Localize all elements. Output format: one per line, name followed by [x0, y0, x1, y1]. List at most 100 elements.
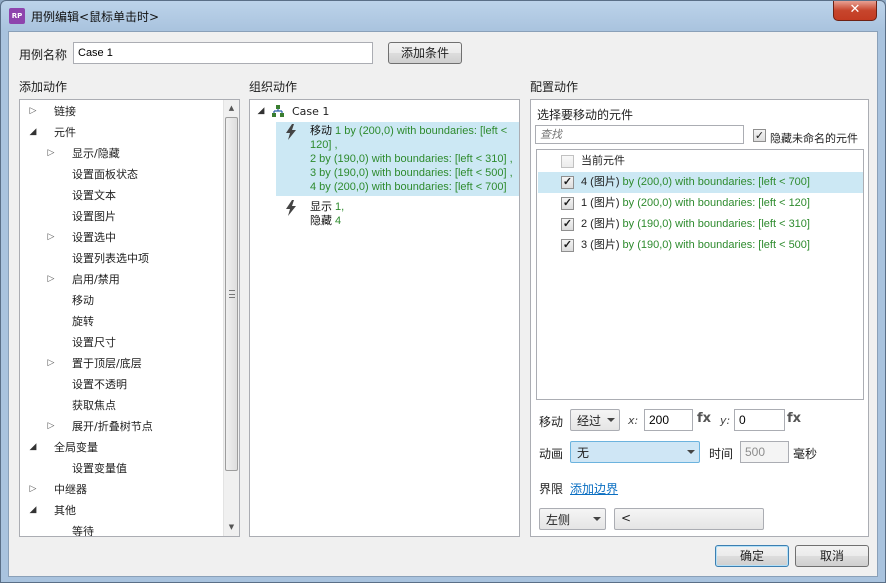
tree-collapsed-icon[interactable]: ▷: [46, 227, 56, 248]
tree-item[interactable]: ▷ 置于顶层/底层: [46, 353, 236, 374]
tree-item-label: 启用/禁用: [72, 273, 120, 286]
tree-collapsed-icon[interactable]: ▷: [46, 353, 56, 374]
widget-name: 2 (图片): [581, 218, 620, 230]
scroll-down-arrow-icon[interactable]: ▼: [224, 519, 239, 535]
scrollbar-grip-icon: [229, 290, 235, 298]
hide-unnamed-checkbox[interactable]: ✓: [753, 129, 766, 142]
tree-collapsed-icon[interactable]: ▷: [28, 479, 38, 500]
action-line: 显示 1,: [310, 200, 344, 214]
widget-text: 2 (图片) by (190,0) with boundaries: [left…: [581, 214, 810, 235]
tree-item[interactable]: 设置图片: [46, 206, 236, 227]
widget-move-detail: by (190,0) with boundaries: [left < 500]: [619, 239, 810, 251]
close-button[interactable]: ✕: [833, 1, 877, 21]
time-unit-label: 毫秒: [793, 447, 818, 461]
tree-item[interactable]: 设置尺寸: [46, 332, 236, 353]
add-boundary-link[interactable]: 添加边界: [570, 480, 618, 497]
title-bar[interactable]: RP 用例编辑<鼠标单击时> ✕: [1, 1, 885, 31]
action-item[interactable]: 移动 1 by (200,0) with boundaries: [left <…: [276, 122, 519, 196]
cancel-button[interactable]: 取消: [795, 545, 869, 567]
move-y-input[interactable]: [734, 409, 785, 431]
widget-list-item[interactable]: ✓ 1 (图片) by (200,0) with boundaries: [lef…: [538, 193, 863, 214]
tree-item[interactable]: ▷ 链接: [28, 101, 218, 122]
y-label: y:: [720, 414, 731, 427]
boundary-side-value: 左侧: [546, 513, 571, 527]
tree-expanded-icon[interactable]: ◢: [28, 437, 38, 458]
tree-item[interactable]: 移动: [46, 290, 236, 311]
tree-item[interactable]: ▷ 启用/禁用: [46, 269, 236, 290]
tree-item[interactable]: ▷ 设置选中: [46, 227, 236, 248]
widget-checkbox[interactable]: [561, 155, 574, 168]
tree-item[interactable]: 获取焦点: [46, 395, 236, 416]
x-fx-icon[interactable]: fx: [697, 411, 711, 426]
tree-item[interactable]: 等待: [46, 521, 236, 536]
add-condition-button[interactable]: 添加条件: [388, 42, 462, 64]
widget-list-item[interactable]: ✓ 2 (图片) by (190,0) with boundaries: [lef…: [538, 214, 863, 235]
widget-list: 当前元件 ✓ 4 (图片) by (200,0) with boundaries: …: [536, 149, 864, 400]
widget-name: 4 (图片): [581, 176, 620, 188]
widget-search-input[interactable]: [535, 125, 744, 144]
widget-text: 4 (图片) by (200,0) with boundaries: [left…: [581, 172, 810, 193]
widget-name: 1 (图片): [581, 197, 620, 209]
tree-collapsed-icon[interactable]: ▷: [46, 416, 56, 437]
tree-item[interactable]: 设置列表选中项: [46, 248, 236, 269]
tree-item[interactable]: ◢ 其他: [28, 500, 218, 521]
tree-collapsed-icon[interactable]: ▷: [46, 143, 56, 164]
move-x-input[interactable]: [644, 409, 693, 431]
ok-button[interactable]: 确定: [715, 545, 789, 567]
boundary-operator-value: <: [621, 511, 632, 525]
case-name-input[interactable]: [73, 42, 373, 64]
widget-checkbox[interactable]: ✓: [561, 176, 574, 189]
action-argument: 4 by (200,0) with boundaries: [left < 70…: [310, 181, 507, 193]
hide-unnamed-label: 隐藏未命名的元件: [770, 132, 858, 145]
tree-item[interactable]: ▷ 中继器: [28, 479, 218, 500]
move-mode-select[interactable]: 经过: [570, 409, 620, 431]
scrollbar-thumb[interactable]: [225, 117, 238, 471]
axure-rp-app-icon: RP: [9, 8, 25, 24]
case-node[interactable]: ◢ Case 1: [256, 101, 516, 122]
widget-checkbox[interactable]: ✓: [561, 239, 574, 252]
tree-item-label: 元件: [54, 126, 76, 139]
animation-select[interactable]: 无: [570, 441, 700, 463]
tree-item[interactable]: ◢ 全局变量: [28, 437, 218, 458]
widget-list-item[interactable]: 当前元件: [538, 151, 863, 172]
widget-list-item[interactable]: ✓ 3 (图片) by (190,0) with boundaries: [lef…: [538, 235, 863, 256]
boundary-operator-select[interactable]: <: [614, 508, 764, 530]
action-line: 隐藏 4: [310, 214, 341, 228]
widget-checkbox[interactable]: ✓: [561, 218, 574, 231]
widget-move-detail: by (190,0) with boundaries: [left < 310]: [619, 218, 810, 230]
tree-item[interactable]: ▷ 展开/折叠树节点: [46, 416, 236, 437]
tree-expanded-icon[interactable]: ◢: [28, 500, 38, 521]
case-label: Case 1: [292, 105, 330, 118]
tree-expanded-icon[interactable]: ◢: [28, 122, 38, 143]
widget-text: 当前元件: [581, 151, 625, 172]
tree-item[interactable]: 设置不透明: [46, 374, 236, 395]
animation-value: 无: [577, 446, 590, 460]
action-item[interactable]: 显示 1, 隐藏 4: [276, 198, 519, 230]
widget-checkbox[interactable]: ✓: [561, 197, 574, 210]
animation-time-input[interactable]: [740, 441, 789, 463]
action-line: 移动 1 by (200,0) with boundaries: [left <: [310, 124, 507, 138]
boundary-side-select[interactable]: 左侧: [539, 508, 606, 530]
y-fx-icon[interactable]: fx: [787, 411, 801, 426]
tree-item[interactable]: 设置面板状态: [46, 164, 236, 185]
tree-collapsed-icon[interactable]: ▷: [28, 101, 38, 122]
widget-list-item[interactable]: ✓ 4 (图片) by (200,0) with boundaries: [lef…: [538, 172, 863, 193]
tree-item-label: 显示/隐藏: [72, 147, 120, 160]
tree-item-label: 设置尺寸: [72, 336, 116, 349]
configure-actions-heading: 配置动作: [530, 80, 579, 94]
tree-item[interactable]: 设置文本: [46, 185, 236, 206]
tree-item-label: 其他: [54, 504, 76, 517]
boundary-label: 界限: [539, 482, 564, 496]
tree-scrollbar[interactable]: ▲ ▼: [223, 100, 239, 536]
x-label: x:: [628, 414, 639, 427]
tree-item[interactable]: 旋转: [46, 311, 236, 332]
widget-name: 3 (图片): [581, 239, 620, 251]
tree-item[interactable]: ▷ 显示/隐藏: [46, 143, 236, 164]
tree-item[interactable]: 设置变量值: [46, 458, 236, 479]
organize-actions-tree: ◢ Case 1 移动 1 by (200,0) with boundaries…: [249, 99, 520, 537]
lightning-bolt-icon: [286, 124, 296, 140]
tree-collapsed-icon[interactable]: ▷: [46, 269, 56, 290]
tree-item[interactable]: ◢ 元件: [28, 122, 218, 143]
tree-expanded-icon[interactable]: ◢: [256, 101, 266, 122]
scroll-up-arrow-icon[interactable]: ▲: [224, 100, 239, 116]
